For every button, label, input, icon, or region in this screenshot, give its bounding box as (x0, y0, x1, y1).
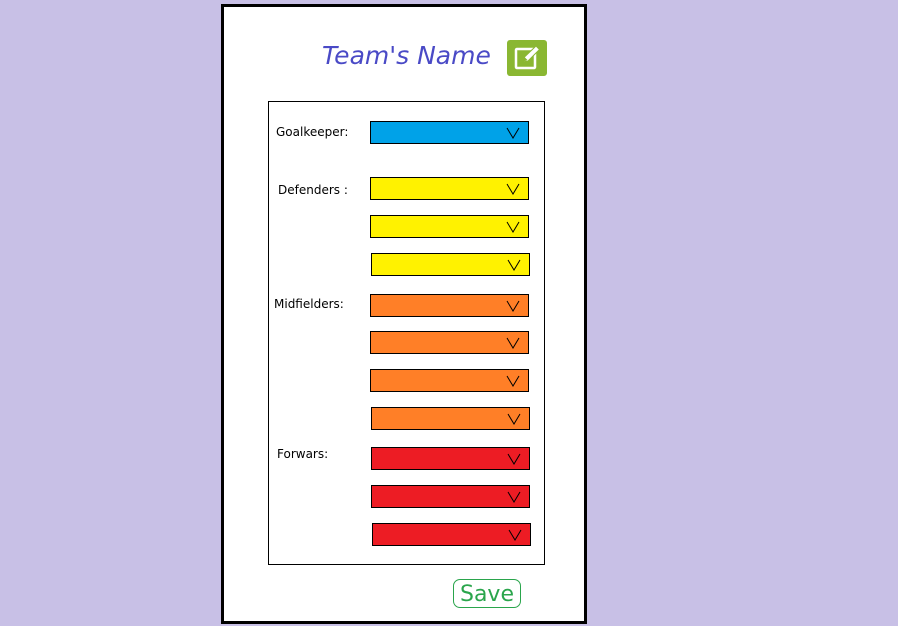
defenders-label: Defenders : (278, 183, 348, 197)
forwards-select-3[interactable] (372, 523, 531, 546)
forwards-select-1[interactable] (371, 447, 530, 470)
chevron-down-icon (507, 413, 521, 425)
team-editor-screen: Team's Name Goalkeeper: Defenders : Midf… (221, 4, 587, 624)
edit-team-name-button[interactable] (507, 40, 547, 76)
lineup-panel: Goalkeeper: Defenders : Midfielders: For… (268, 101, 545, 565)
chevron-down-icon (506, 221, 520, 233)
midfielders-select-1[interactable] (370, 294, 529, 317)
defenders-select-3[interactable] (371, 253, 530, 276)
chevron-down-icon (507, 259, 521, 271)
defenders-select-1[interactable] (370, 177, 529, 200)
chevron-down-icon (506, 337, 520, 349)
midfielders-select-2[interactable] (370, 331, 529, 354)
chevron-down-icon (506, 300, 520, 312)
chevron-down-icon (506, 127, 520, 139)
forwards-select-2[interactable] (371, 485, 530, 508)
midfielders-select-4[interactable] (371, 407, 530, 430)
goalkeeper-select-1[interactable] (370, 121, 529, 144)
defenders-select-2[interactable] (370, 215, 529, 238)
goalkeeper-label: Goalkeeper: (276, 125, 349, 139)
chevron-down-icon (506, 375, 520, 387)
chevron-down-icon (506, 183, 520, 195)
chevron-down-icon (507, 491, 521, 503)
forwards-label: Forwars: (277, 447, 329, 461)
midfielders-select-3[interactable] (370, 369, 529, 392)
team-name-title: Team's Name (322, 41, 491, 70)
edit-icon (514, 45, 541, 70)
save-button[interactable]: Save (453, 579, 521, 608)
midfielders-label: Midfielders: (274, 297, 344, 311)
chevron-down-icon (508, 529, 522, 541)
chevron-down-icon (507, 453, 521, 465)
